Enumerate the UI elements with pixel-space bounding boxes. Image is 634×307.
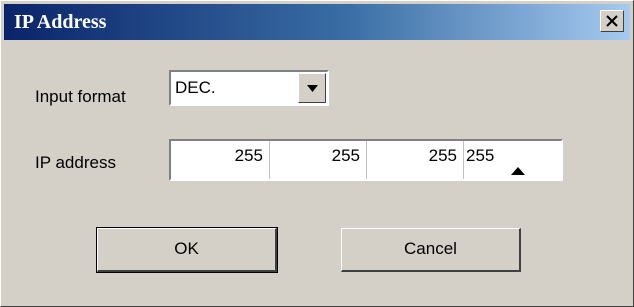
- triangle-up-icon[interactable]: [511, 167, 525, 175]
- dropdown-button[interactable]: [298, 73, 326, 103]
- ip-address-dialog: IP Address Input format DEC. IP address …: [0, 0, 634, 307]
- cancel-button[interactable]: Cancel: [341, 228, 521, 272]
- close-button[interactable]: [600, 10, 624, 32]
- input-format-label: Input format: [35, 87, 126, 106]
- window-title: IP Address: [14, 11, 107, 33]
- chevron-down-icon: [307, 85, 318, 92]
- input-format-value: DEC.: [175, 78, 216, 97]
- ip-octet-2[interactable]: 255: [270, 141, 366, 179]
- ip-octet-1[interactable]: 255: [171, 141, 269, 179]
- input-format-select[interactable]: DEC.: [169, 70, 329, 106]
- ip-address-label: IP address: [35, 153, 116, 172]
- title-bar[interactable]: IP Address: [4, 4, 630, 40]
- ip-address-input[interactable]: 255 255 255 255: [169, 139, 563, 181]
- ok-button[interactable]: OK: [96, 227, 278, 273]
- ip-octet-3[interactable]: 255: [367, 141, 463, 179]
- close-icon: [606, 15, 618, 27]
